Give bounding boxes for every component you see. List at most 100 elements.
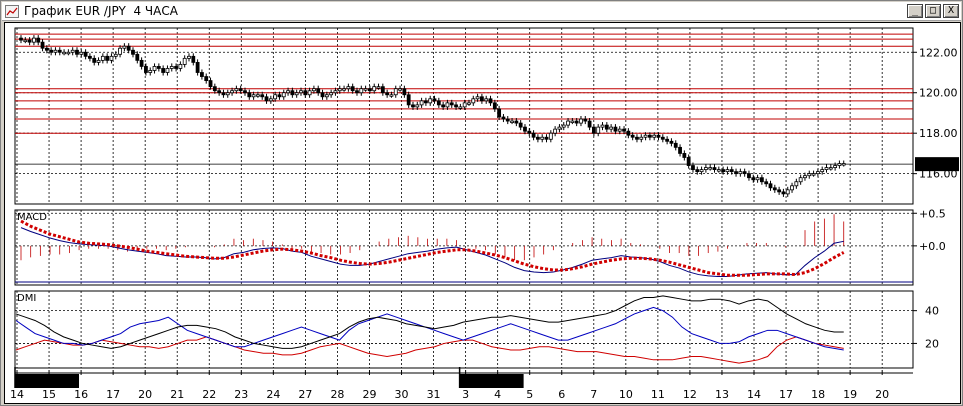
macd-signal-line	[20, 219, 845, 277]
candle-body	[781, 191, 786, 195]
candle-body	[380, 86, 385, 94]
candle-body	[419, 100, 424, 106]
candle-body	[57, 49, 62, 53]
candle-body	[225, 92, 230, 96]
candle-body	[531, 132, 536, 138]
candle-body	[596, 126, 601, 134]
maximize-icon: □	[929, 5, 937, 16]
price-tick-label: 118.00	[919, 127, 958, 140]
candle-body	[264, 96, 269, 102]
candle-body	[105, 55, 110, 61]
x-tick-label: 27	[298, 388, 312, 401]
candle-body	[161, 68, 166, 73]
candle-body	[721, 169, 726, 173]
candle-body	[165, 68, 170, 73]
macd-line	[20, 227, 844, 278]
candle-body	[828, 167, 833, 170]
candle-body	[527, 130, 532, 134]
candle-body	[488, 98, 493, 104]
candle-body	[622, 128, 626, 132]
candle-body	[518, 122, 523, 128]
candle-body	[204, 76, 209, 81]
candle-body	[36, 37, 41, 43]
candle-body	[699, 169, 704, 173]
candle-body	[40, 41, 45, 49]
maximize-button[interactable]: □	[925, 4, 941, 18]
x-tick-label: 19	[843, 388, 857, 401]
candle-body	[268, 98, 273, 102]
candle-body	[152, 66, 157, 71]
candle-body	[294, 92, 299, 96]
candle-body	[79, 51, 84, 55]
candle-body	[346, 86, 351, 90]
candle-body	[510, 120, 514, 123]
candle-body	[441, 104, 446, 108]
candle-body	[772, 187, 777, 191]
candle-body	[131, 49, 135, 55]
candle-body	[88, 55, 92, 59]
candle-body	[574, 120, 579, 124]
close-icon: X	[947, 5, 955, 16]
x-tick-label: 17	[106, 388, 120, 401]
candle-body	[92, 57, 97, 63]
candle-body	[837, 163, 842, 166]
candle-body	[355, 90, 359, 94]
candle-body	[212, 86, 217, 92]
minimize-icon: _	[911, 5, 919, 16]
month-label: Мар 2017	[19, 375, 74, 388]
candle-body	[70, 49, 75, 53]
candle-body	[497, 108, 502, 118]
chart-canvas[interactable]: 14 15 16 17 20 21 22 23 24 27 28 29 30 31 3 4 5 6 7 10 11 12 1…	[5, 23, 960, 403]
chart-area[interactable]: 14 15 16 17 20 21 22 23 24 27 28 29 30 31 3 4 5 6 7 10 11 12 1…	[4, 22, 961, 404]
candle-body	[734, 171, 738, 175]
candle-body	[217, 90, 222, 94]
candle-body	[329, 92, 334, 96]
candle-body	[324, 94, 329, 98]
title-bar[interactable]: График EUR /JPY 4 ЧАСА _ □ X	[2, 2, 961, 21]
candle-body	[234, 88, 239, 92]
candle-body	[475, 96, 480, 100]
x-tick-label: 15	[42, 388, 56, 401]
candle-body	[811, 173, 816, 176]
candle-body	[678, 146, 682, 154]
candle-body	[514, 120, 519, 124]
candle-body	[411, 104, 415, 108]
candle-body	[359, 88, 364, 94]
candle-body	[523, 126, 527, 132]
candle-body	[445, 102, 450, 108]
candle-body	[639, 136, 644, 140]
close-button[interactable]: X	[943, 4, 959, 18]
candle-body	[544, 136, 549, 140]
panel-frame-3	[14, 290, 914, 369]
minimize-button[interactable]: _	[907, 4, 923, 18]
candle-body	[815, 171, 820, 175]
x-tick-label: 28	[330, 388, 344, 401]
candle-body	[747, 173, 751, 179]
price-tick-label: 122.00	[919, 46, 958, 59]
candle-body	[23, 39, 28, 43]
candle-body	[660, 136, 665, 140]
candle-body	[139, 59, 144, 67]
macd-tick-label: +0.0	[919, 240, 946, 253]
x-tick-label: 21	[170, 388, 184, 401]
candle-body	[824, 167, 829, 171]
candle-body	[200, 72, 204, 77]
candle-body	[820, 169, 825, 173]
candle-body	[505, 118, 510, 122]
x-tick-label: 17	[779, 388, 793, 401]
candle-body	[583, 118, 588, 122]
candle-body	[75, 49, 79, 55]
candle-body	[109, 55, 114, 61]
chart-window: График EUR /JPY 4 ЧАСА _ □ X 14 15 16 17 20 2…	[0, 0, 963, 406]
candle-body	[66, 51, 71, 55]
candle-body	[626, 130, 631, 136]
candle-body	[695, 169, 700, 173]
candle-body	[290, 90, 295, 96]
candle-body	[174, 66, 178, 69]
candle-body	[686, 157, 691, 166]
candle-body	[449, 102, 454, 106]
candle-body	[398, 88, 402, 91]
candle-body	[656, 134, 661, 138]
candle-body	[376, 86, 381, 89]
candle-body	[385, 92, 390, 96]
